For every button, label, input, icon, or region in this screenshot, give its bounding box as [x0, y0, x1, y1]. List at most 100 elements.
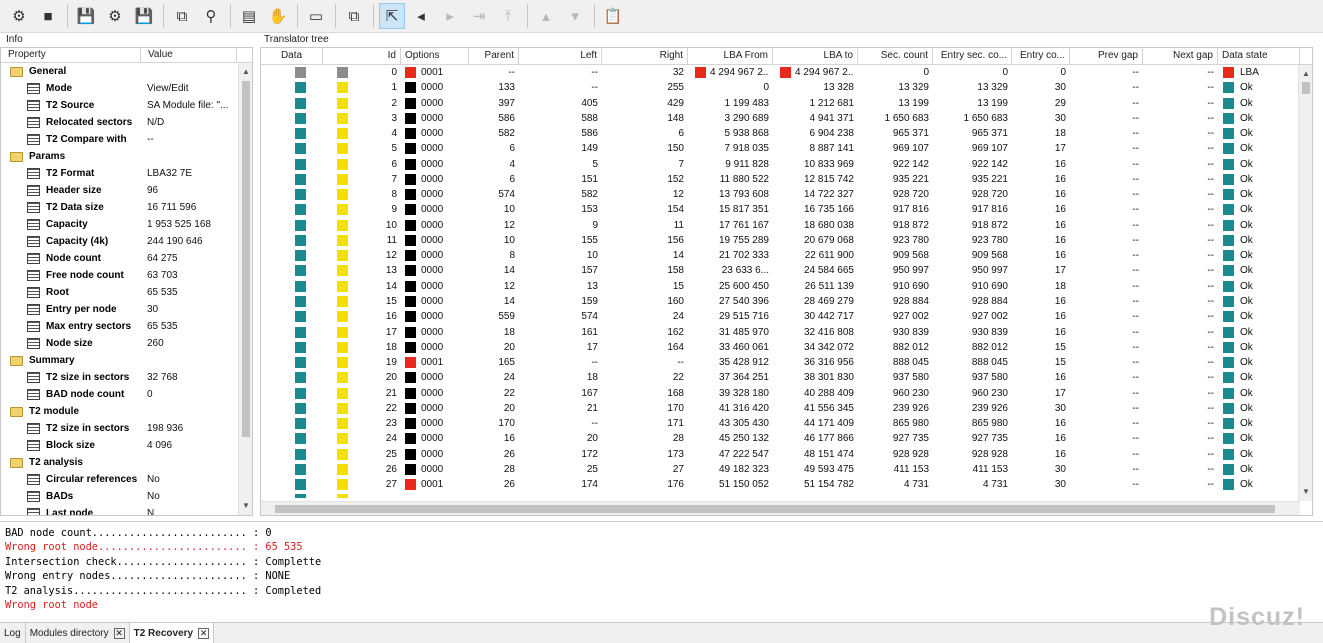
table-row[interactable]: 23 0000 170 -- 171 43 305 430 44 171 409 865 98…	[261, 416, 1312, 431]
table-row[interactable]: 7 0000 6 151 152 11 880 522 12 815 742 935 221 9…	[261, 172, 1312, 187]
scroll-down-icon[interactable]: ▼	[1299, 485, 1312, 499]
col-value[interactable]: Value	[141, 48, 237, 62]
column-header-lba-from[interactable]: LBA From	[688, 48, 773, 64]
toolbar-button[interactable]: ▴	[533, 3, 559, 29]
toolbar-button[interactable]: ◂	[408, 3, 434, 29]
info-item-row[interactable]: T2 Source SA Module file: "...	[1, 97, 252, 114]
toolbar-button[interactable]: 📋	[600, 3, 626, 29]
info-group-row[interactable]: T2 module	[1, 403, 252, 420]
toolbar-button[interactable]: ▾	[562, 3, 588, 29]
tree-vertical-scrollbar[interactable]: ▲ ▼	[1298, 65, 1312, 501]
toolbar-button[interactable]: ⧉	[169, 3, 195, 29]
column-header-sec-count[interactable]: Sec. count	[858, 48, 933, 64]
table-row[interactable]: 6 0000 4 5 7 9 911 828 10 833 969 922 142 922 14…	[261, 157, 1312, 172]
close-icon[interactable]: ✕	[113, 627, 125, 639]
toolbar-button[interactable]: ✋	[265, 3, 291, 29]
info-group-row[interactable]: Summary	[1, 352, 252, 369]
info-item-row[interactable]: T2 size in sectors 32 768	[1, 369, 252, 386]
table-row[interactable]: 24 0000 16 20 28 45 250 132 46 177 866 927 735 9…	[261, 431, 1312, 446]
info-item-row[interactable]: BAD node count 0	[1, 386, 252, 403]
tree-horizontal-scrollbar[interactable]	[261, 501, 1300, 515]
scroll-up-icon[interactable]: ▲	[1299, 67, 1312, 81]
info-item-row[interactable]: BADs No	[1, 488, 252, 505]
table-row[interactable]: 20 0000 24 18 22 37 364 251 38 301 830 937 580 9…	[261, 370, 1312, 385]
column-header-prev-gap[interactable]: Prev gap	[1070, 48, 1143, 64]
toolbar-button[interactable]: ▭	[303, 3, 329, 29]
tab-log[interactable]: Log	[0, 623, 26, 643]
toolbar-button[interactable]: ■	[35, 3, 61, 29]
table-row[interactable]: 15 0000 14 159 160 27 540 396 28 469 279 928 88…	[261, 294, 1312, 309]
column-header-parent[interactable]: Parent	[469, 48, 519, 64]
table-row[interactable]: 2 0000 397 405 429 1 199 483 1 212 681 13 199 13…	[261, 96, 1312, 111]
info-item-row[interactable]: Root 65 535	[1, 284, 252, 301]
column-header-left[interactable]: Left	[519, 48, 602, 64]
info-item-row[interactable]: T2 Data size 16 711 596	[1, 199, 252, 216]
table-row[interactable]: 21 0000 22 167 168 39 328 180 40 288 409 960 23…	[261, 386, 1312, 401]
table-row[interactable]: 19 0001 165 -- -- 35 428 912 36 316 956 888 045…	[261, 355, 1312, 370]
info-item-row[interactable]: Block size 4 096	[1, 437, 252, 454]
column-header-right[interactable]: Right	[602, 48, 688, 64]
info-item-row[interactable]: T2 Compare with --	[1, 131, 252, 148]
table-row[interactable]: 17 0000 18 161 162 31 485 970 32 416 808 930 83…	[261, 325, 1312, 340]
info-item-row[interactable]: Free node count 63 703	[1, 267, 252, 284]
info-item-row[interactable]: Header size 96	[1, 182, 252, 199]
table-row[interactable]: 14 0000 12 13 15 25 600 450 26 511 139 910 690 9…	[261, 279, 1312, 294]
scroll-down-icon[interactable]: ▼	[239, 499, 252, 513]
toolbar-button[interactable]: ⚲	[198, 3, 224, 29]
column-header-data[interactable]: Data	[261, 48, 323, 64]
column-header-id[interactable]: Id	[323, 48, 401, 64]
table-row[interactable]: 25 0000 26 172 173 47 222 547 48 151 474 928 92…	[261, 447, 1312, 462]
info-item-row[interactable]: Node size 260	[1, 335, 252, 352]
table-row[interactable]: 11 0000 10 155 156 19 755 289 20 679 068 923 78…	[261, 233, 1312, 248]
table-row[interactable]: 9 0000 10 153 154 15 817 351 16 735 166 917 816…	[261, 202, 1312, 217]
info-item-row[interactable]: Circular references No	[1, 471, 252, 488]
info-item-row[interactable]: Capacity 1 953 525 168	[1, 216, 252, 233]
column-header-entry-sec-co[interactable]: Entry sec. co...	[933, 48, 1012, 64]
toolbar-button[interactable]: ⧉	[341, 3, 367, 29]
toolbar-button[interactable]: 💾	[73, 3, 99, 29]
column-header-lba-to[interactable]: LBA to	[773, 48, 858, 64]
table-row[interactable]: 22 0000 20 21 170 41 316 420 41 556 345 239 926…	[261, 401, 1312, 416]
info-item-row[interactable]: Mode View/Edit	[1, 80, 252, 97]
tab-t2-recovery[interactable]: T2 Recovery ✕	[129, 623, 215, 643]
scroll-thumb[interactable]	[242, 81, 250, 437]
toolbar-button[interactable]: ⇥	[466, 3, 492, 29]
table-row[interactable]: 13 0000 14 157 158 23 633 6... 24 584 665 950 9…	[261, 263, 1312, 278]
table-row[interactable]: 26 0000 28 25 27 49 182 323 49 593 475 411 153 4…	[261, 462, 1312, 477]
toolbar-button[interactable]: ⚙	[6, 3, 32, 29]
table-row[interactable]: 8 0000 574 582 12 13 793 608 14 722 327 928 720…	[261, 187, 1312, 202]
table-row[interactable]	[261, 492, 1312, 499]
table-row[interactable]: 12 0000 8 10 14 21 702 333 22 611 900 909 568 90…	[261, 248, 1312, 263]
info-item-row[interactable]: T2 Format LBA32 7E	[1, 165, 252, 182]
info-item-row[interactable]: Last node N	[1, 505, 252, 515]
info-item-row[interactable]: Max entry sectors 65 535	[1, 318, 252, 335]
info-group-row[interactable]: T2 analysis	[1, 454, 252, 471]
table-row[interactable]: 18 0000 20 17 164 33 460 061 34 342 072 882 012…	[261, 340, 1312, 355]
table-row[interactable]: 27 0001 26 174 176 51 150 052 51 154 782 4 731 4…	[261, 477, 1312, 492]
table-row[interactable]: 3 0000 586 588 148 3 290 689 4 941 371 1 650 68…	[261, 111, 1312, 126]
column-header-options[interactable]: Options	[401, 48, 469, 64]
scroll-up-icon[interactable]: ▲	[239, 65, 252, 79]
info-group-row[interactable]: General	[1, 63, 252, 80]
column-header-data-state[interactable]: Data state	[1218, 48, 1300, 64]
toolbar-button[interactable]: ▸	[437, 3, 463, 29]
info-group-row[interactable]: Params	[1, 148, 252, 165]
column-header-next-gap[interactable]: Next gap	[1143, 48, 1218, 64]
table-row[interactable]: 10 0000 12 9 11 17 761 167 18 680 038 918 872 91…	[261, 218, 1312, 233]
toolbar-button[interactable]: ⤒	[495, 3, 521, 29]
table-row[interactable]: 5 0000 6 149 150 7 918 035 8 887 141 969 107 969…	[261, 141, 1312, 156]
table-row[interactable]: 4 0000 582 586 6 5 938 868 6 904 238 965 371 965…	[261, 126, 1312, 141]
info-vertical-scrollbar[interactable]: ▲ ▼	[238, 63, 252, 515]
info-item-row[interactable]: Capacity (4k) 244 190 646	[1, 233, 252, 250]
column-header-entry-co[interactable]: Entry co...	[1012, 48, 1070, 64]
tab-modules-directory[interactable]: Modules directory ✕	[26, 623, 130, 643]
toolbar-button[interactable]: ⚙	[102, 3, 128, 29]
info-item-row[interactable]: T2 size in sectors 198 936	[1, 420, 252, 437]
hscroll-thumb[interactable]	[275, 505, 1275, 513]
table-row[interactable]: 1 0000 133 -- 255 0 13 328 13 329 13 329 30 -- -- Ok	[261, 80, 1312, 95]
table-row[interactable]: 16 0000 559 574 24 29 515 716 30 442 717 927 00…	[261, 309, 1312, 324]
close-icon[interactable]: ✕	[198, 627, 210, 639]
toolbar-button[interactable]: ▤	[236, 3, 262, 29]
toolbar-button[interactable]: 💾	[131, 3, 157, 29]
table-row[interactable]: 0 0001 -- -- 32 4 294 967 2... 4 294 967 2... 0…	[261, 65, 1312, 80]
